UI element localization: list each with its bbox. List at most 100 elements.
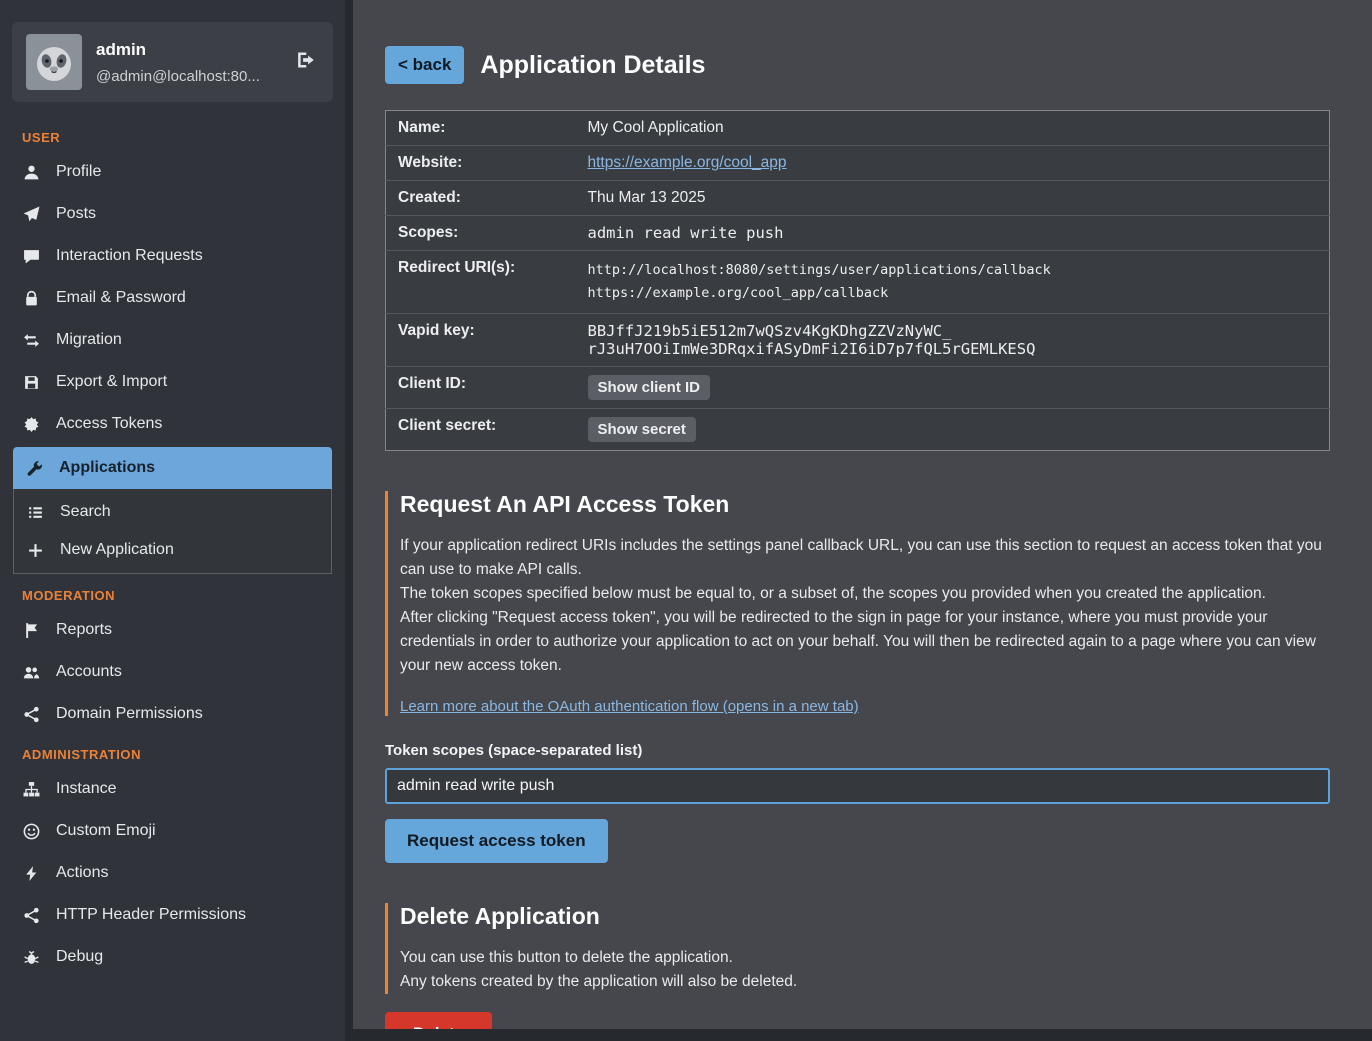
list-icon xyxy=(26,503,44,521)
show-secret-button[interactable]: Show secret xyxy=(588,417,696,442)
bug-icon xyxy=(22,948,40,966)
table-row-name: Name: My Cool Application xyxy=(386,111,1330,146)
user-icon xyxy=(22,163,40,181)
application-details-table: Name: My Cool Application Website: https… xyxy=(385,110,1330,451)
sidebar-item-label: HTTP Header Permissions xyxy=(56,906,246,924)
sidebar-item-posts[interactable]: Posts xyxy=(0,193,345,235)
oauth-docs-link[interactable]: Learn more about the OAuth authenticatio… xyxy=(400,698,859,715)
section-title-moderation: MODERATION xyxy=(0,576,345,609)
delete-application-line: Any tokens created by the application wi… xyxy=(400,970,1330,994)
row-label: Vapid key: xyxy=(386,313,576,366)
sidebar-item-export-import[interactable]: Export & Import xyxy=(0,361,345,403)
delete-button[interactable]: Delete xyxy=(385,1012,492,1029)
sidebar-item-label: Actions xyxy=(56,864,108,882)
sidebar-item-applications[interactable]: Applications xyxy=(13,447,332,489)
page-header: < back Application Details xyxy=(385,46,1330,84)
sidebar-item-label: Applications xyxy=(59,459,155,477)
token-scopes-input[interactable] xyxy=(385,768,1330,804)
sidebar-item-label: Migration xyxy=(56,331,122,349)
request-access-token-button[interactable]: Request access token xyxy=(385,819,608,863)
user-handle: @admin@localhost:80... xyxy=(96,68,277,85)
users-icon xyxy=(22,663,40,681)
logout-icon[interactable] xyxy=(291,46,319,79)
user-info: admin @admin@localhost:80... xyxy=(96,40,277,85)
sidebar-item-label: Interaction Requests xyxy=(56,247,203,265)
settings-panel: admin @admin@localhost:80... USER Profil… xyxy=(0,0,1372,1041)
row-label: Client ID: xyxy=(386,366,576,408)
user-card: admin @admin@localhost:80... xyxy=(12,22,333,102)
row-label: Client secret: xyxy=(386,408,576,450)
sidebar-item-label: Accounts xyxy=(56,663,122,681)
row-label: Redirect URI(s): xyxy=(386,251,576,314)
website-link[interactable]: https://example.org/cool_app xyxy=(588,154,787,171)
row-value: My Cool Application xyxy=(576,111,1330,146)
sidebar-item-accounts[interactable]: Accounts xyxy=(0,651,345,693)
sidebar-item-migration[interactable]: Migration xyxy=(0,319,345,361)
sidebar-item-reports[interactable]: Reports xyxy=(0,609,345,651)
sidebar-item-label: New Application xyxy=(60,541,174,559)
sidebar-item-new-application[interactable]: New Application xyxy=(14,531,331,569)
applications-submenu: Search New Application xyxy=(13,489,332,574)
certificate-icon xyxy=(22,415,40,433)
sidebar-item-debug[interactable]: Debug xyxy=(0,936,345,978)
sidebar-item-custom-emoji[interactable]: Custom Emoji xyxy=(0,810,345,852)
section-title-administration: ADMINISTRATION xyxy=(0,735,345,768)
sidebar-item-actions[interactable]: Actions xyxy=(0,852,345,894)
share-nodes-icon xyxy=(22,906,40,924)
sidebar-item-applications-search[interactable]: Search xyxy=(14,493,331,531)
page-title: Application Details xyxy=(480,51,705,80)
user-name: admin xyxy=(96,40,277,60)
row-value: Thu Mar 13 2025 xyxy=(576,181,1330,216)
show-client-id-button[interactable]: Show client ID xyxy=(588,375,711,400)
row-value: Show client ID xyxy=(576,366,1330,408)
table-row-website: Website: https://example.org/cool_app xyxy=(386,146,1330,181)
bolt-icon xyxy=(22,864,40,882)
row-value: https://example.org/cool_app xyxy=(576,146,1330,181)
sitemap-icon xyxy=(22,780,40,798)
sidebar: admin @admin@localhost:80... USER Profil… xyxy=(0,0,345,1041)
sidebar-item-label: Custom Emoji xyxy=(56,822,156,840)
sidebar-item-label: Reports xyxy=(56,621,112,639)
lock-icon xyxy=(22,289,40,307)
sidebar-item-profile[interactable]: Profile xyxy=(0,151,345,193)
delete-application-title: Delete Application xyxy=(400,903,1330,930)
delete-application-section: Delete Application You can use this butt… xyxy=(385,903,1330,994)
redirect-uri: https://example.org/cool_app/callback xyxy=(588,282,1318,305)
sidebar-item-label: Email & Password xyxy=(56,289,186,307)
table-row-redirect-uris: Redirect URI(s): http://localhost:8080/s… xyxy=(386,251,1330,314)
delete-application-line: You can use this button to delete the ap… xyxy=(400,946,1330,970)
sidebar-item-label: Access Tokens xyxy=(56,415,162,433)
main-content: < back Application Details Name: My Cool… xyxy=(353,0,1372,1029)
request-token-paragraph: The token scopes specified below must be… xyxy=(400,582,1330,606)
request-token-title: Request An API Access Token xyxy=(400,491,1330,518)
sidebar-item-label: Search xyxy=(60,503,111,521)
tools-icon xyxy=(25,459,43,477)
table-row-client-id: Client ID: Show client ID xyxy=(386,366,1330,408)
sidebar-item-interaction-requests[interactable]: Interaction Requests xyxy=(0,235,345,277)
row-label: Created: xyxy=(386,181,576,216)
sidebar-item-access-tokens[interactable]: Access Tokens xyxy=(0,403,345,445)
back-button[interactable]: < back xyxy=(385,46,464,84)
sidebar-item-domain-permissions[interactable]: Domain Permissions xyxy=(0,693,345,735)
smiley-icon xyxy=(22,822,40,840)
sidebar-item-label: Export & Import xyxy=(56,373,167,391)
sidebar-item-instance[interactable]: Instance xyxy=(0,768,345,810)
table-row-vapid-key: Vapid key: BBJffJ219b5iE512m7wQSzv4KgKDh… xyxy=(386,313,1330,366)
table-row-scopes: Scopes: admin read write push xyxy=(386,216,1330,251)
table-row-client-secret: Client secret: Show secret xyxy=(386,408,1330,450)
sidebar-item-http-header-permissions[interactable]: HTTP Header Permissions xyxy=(0,894,345,936)
token-scopes-label: Token scopes (space-separated list) xyxy=(385,742,1330,759)
row-value: http://localhost:8080/settings/user/appl… xyxy=(576,251,1330,314)
sidebar-item-label: Instance xyxy=(56,780,116,798)
sidebar-item-label: Debug xyxy=(56,948,103,966)
save-icon xyxy=(22,373,40,391)
row-value: Show secret xyxy=(576,408,1330,450)
paper-plane-icon xyxy=(22,205,40,223)
request-token-section: Request An API Access Token If your appl… xyxy=(385,491,1330,716)
transfer-icon xyxy=(22,331,40,349)
request-token-paragraph: After clicking "Request access token", y… xyxy=(400,606,1330,678)
section-title-user: USER xyxy=(0,118,345,151)
sidebar-item-email-password[interactable]: Email & Password xyxy=(0,277,345,319)
row-value: BBJffJ219b5iE512m7wQSzv4KgKDhgZZVzNyWC_ … xyxy=(576,313,1330,366)
sidebar-item-label: Posts xyxy=(56,205,96,223)
